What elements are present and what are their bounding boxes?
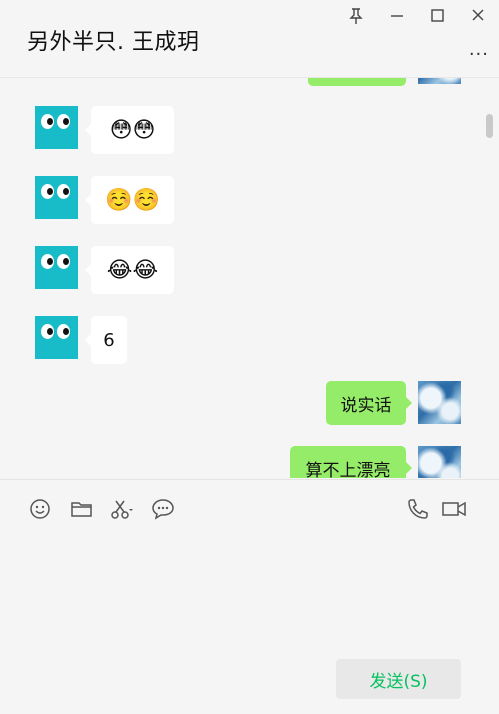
message-bubble[interactable]: 6 — [85, 316, 127, 364]
eye-icon — [57, 114, 70, 129]
contact-avatar[interactable] — [35, 246, 78, 289]
message-bubble[interactable]: 😂😂 — [85, 246, 174, 294]
input-toolbar — [0, 479, 499, 538]
eye-icon — [57, 184, 70, 199]
send-button[interactable]: 发送(S) — [336, 659, 461, 699]
title-bar: 另外半只. 王成玥 ··· — [0, 0, 499, 78]
contact-avatar[interactable] — [35, 106, 78, 149]
message-input[interactable] — [0, 537, 499, 647]
video-call-icon[interactable] — [441, 497, 467, 521]
emoji-icon[interactable] — [28, 497, 54, 521]
pin-icon[interactable] — [345, 6, 367, 26]
message-text: 😳😳 — [109, 117, 156, 143]
eye-icon — [41, 114, 54, 129]
message-list[interactable]: 😳😳 ☺️☺️ 😂😂 6 说实话 算不上漂亮 — [0, 78, 499, 478]
self-avatar[interactable] — [418, 78, 461, 84]
message-text: ☺️☺️ — [105, 187, 160, 213]
contact-avatar[interactable] — [35, 316, 78, 359]
more-options-button[interactable]: ··· — [469, 44, 489, 65]
phone-icon[interactable] — [405, 497, 431, 521]
message-bubble[interactable]: ☺️☺️ — [85, 176, 174, 224]
folder-icon[interactable] — [69, 497, 95, 521]
scrollbar-thumb[interactable] — [486, 114, 493, 138]
message-bubble[interactable]: 😳😳 — [85, 106, 174, 154]
partial-outgoing-bubble — [308, 78, 406, 86]
eye-icon — [41, 324, 54, 339]
scissors-icon[interactable] — [109, 497, 135, 521]
chat-title: 另外半只. 王成玥 — [27, 30, 200, 55]
eye-icon — [57, 324, 70, 339]
contact-avatar[interactable] — [35, 176, 78, 219]
eye-icon — [41, 184, 54, 199]
message-bubble[interactable]: 算不上漂亮 — [290, 446, 412, 479]
close-icon[interactable] — [467, 6, 489, 26]
self-avatar[interactable] — [418, 381, 461, 424]
message-bubble[interactable]: 说实话 — [326, 381, 412, 425]
message-text: 算不上漂亮 — [305, 460, 391, 479]
maximize-icon[interactable] — [426, 6, 448, 26]
self-avatar[interactable] — [418, 446, 461, 478]
eye-icon — [57, 254, 70, 269]
chat-bubble-icon[interactable] — [151, 497, 177, 521]
message-text: 说实话 — [340, 395, 392, 416]
eye-icon — [41, 254, 54, 269]
minimize-icon[interactable] — [386, 6, 408, 26]
message-text: 😂😂 — [106, 257, 159, 283]
message-text: 6 — [103, 329, 115, 351]
